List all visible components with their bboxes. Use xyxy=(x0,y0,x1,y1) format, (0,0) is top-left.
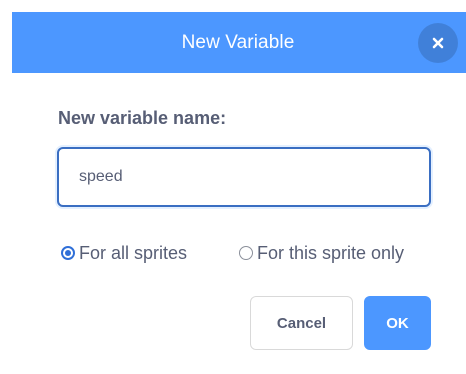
radio-label-this-sprite: For this sprite only xyxy=(257,242,405,263)
variable-name-label: New variable name: xyxy=(58,108,227,128)
new-variable-dialog: New Variable New variable name: For all … xyxy=(0,0,466,374)
radio-unselected-icon xyxy=(239,246,253,260)
close-button[interactable] xyxy=(418,23,458,63)
radio-for-this-sprite-only[interactable]: For this sprite only xyxy=(239,239,404,267)
cancel-button[interactable]: Cancel xyxy=(250,296,353,350)
radio-selected-icon xyxy=(61,246,75,260)
dialog-header: New Variable xyxy=(12,12,466,73)
close-icon xyxy=(432,37,444,49)
dialog-title: New Variable xyxy=(181,31,295,53)
radio-label-all-sprites: For all sprites xyxy=(79,242,188,263)
variable-name-input[interactable] xyxy=(57,147,431,207)
ok-button[interactable]: OK xyxy=(364,296,431,350)
radio-for-all-sprites[interactable]: For all sprites xyxy=(61,239,187,267)
